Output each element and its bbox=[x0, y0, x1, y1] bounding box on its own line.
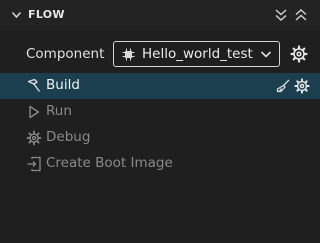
flow-panel: FLOW Component Hello_world_test Build Ru… bbox=[0, 0, 320, 243]
chevron-down-icon[interactable] bbox=[11, 9, 22, 21]
action-label: Create Boot Image bbox=[46, 155, 173, 171]
action-build[interactable]: Build bbox=[0, 73, 320, 99]
double-chevron-down-icon[interactable] bbox=[273, 7, 289, 23]
component-select-value: Hello_world_test bbox=[142, 46, 253, 62]
action-label: Build bbox=[46, 77, 80, 93]
action-run[interactable]: Run bbox=[0, 99, 320, 125]
component-select[interactable]: Hello_world_test bbox=[113, 41, 280, 67]
play-icon bbox=[29, 105, 40, 119]
double-chevron-up-icon[interactable] bbox=[293, 7, 309, 23]
chevron-down-icon bbox=[260, 51, 272, 58]
action-debug[interactable]: Debug bbox=[0, 125, 320, 151]
broom-icon[interactable] bbox=[275, 78, 291, 94]
action-label: Debug bbox=[46, 129, 91, 145]
action-label: Run bbox=[46, 103, 72, 119]
boot-image-icon bbox=[27, 156, 41, 172]
chip-icon bbox=[122, 48, 135, 61]
gear-icon[interactable] bbox=[290, 45, 308, 63]
component-label: Component bbox=[26, 46, 105, 62]
gear-icon[interactable] bbox=[294, 78, 310, 94]
hammer-icon bbox=[27, 78, 41, 92]
action-create-boot-image[interactable]: Create Boot Image bbox=[0, 151, 320, 177]
flow-section-header[interactable]: FLOW bbox=[0, 0, 320, 30]
section-title: FLOW bbox=[28, 8, 65, 21]
bug-gear-icon bbox=[26, 130, 42, 146]
